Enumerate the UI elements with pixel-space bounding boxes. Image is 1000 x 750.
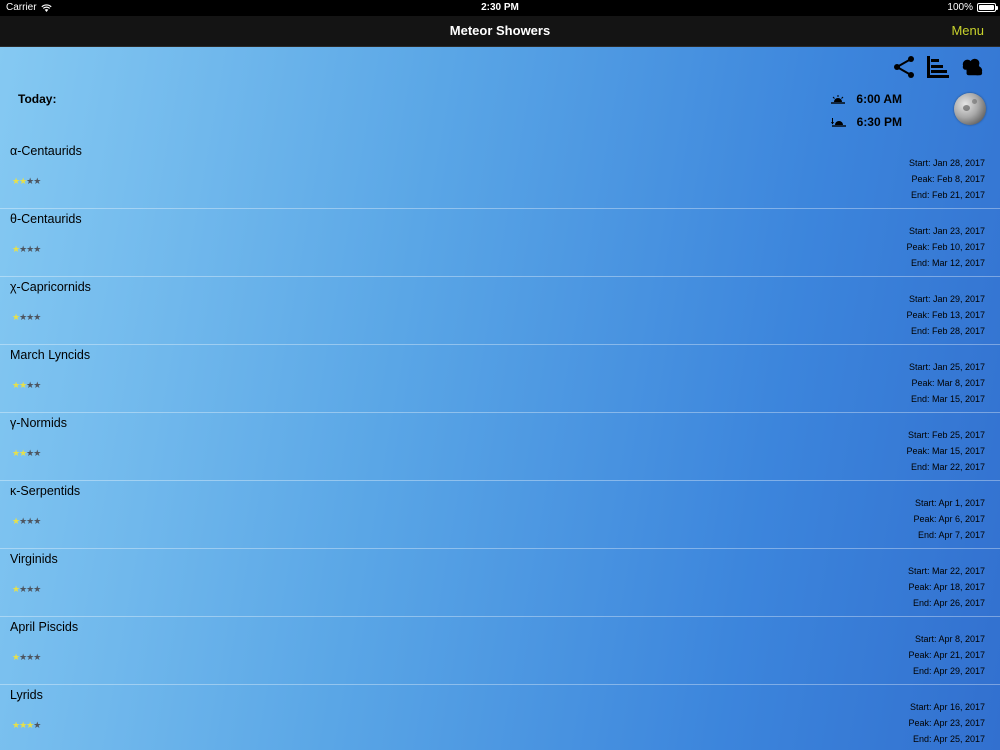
shower-row[interactable]: Lyrids ★★★★ Start: Apr 16, 2017 Peak: Apr 2… bbox=[0, 685, 1000, 750]
star-rating: ★★★★ bbox=[12, 312, 41, 323]
menu-button[interactable]: Menu bbox=[951, 23, 984, 38]
shower-row[interactable]: κ-Serpentids ★★★★ Start: Apr 1, 2017 Peak: … bbox=[0, 481, 1000, 549]
sunset-time: 6:30 PM bbox=[856, 115, 902, 129]
end-date: End: Apr 25, 2017 bbox=[912, 734, 985, 744]
shower-name: Virginids bbox=[10, 552, 58, 566]
shower-name: χ-Capricornids bbox=[10, 280, 91, 294]
start-date: Start: Jan 28, 2017 bbox=[908, 158, 985, 168]
shower-row[interactable]: Virginids ★★★★ Start: Mar 22, 2017 Peak: Ap… bbox=[0, 549, 1000, 617]
peak-date: Peak: Apr 6, 2017 bbox=[913, 514, 985, 524]
star-rating: ★★★★ bbox=[12, 720, 41, 731]
shower-dates: Start: Mar 22, 2017 Peak: Apr 18, 2017 End… bbox=[908, 563, 985, 611]
shower-dates: Start: Feb 25, 2017 Peak: Mar 15, 2017 End… bbox=[906, 427, 985, 475]
shower-dates: Start: Jan 28, 2017 Peak: Feb 8, 2017 End:… bbox=[909, 155, 985, 203]
peak-date: Peak: Feb 13, 2017 bbox=[906, 310, 985, 320]
end-date: End: Apr 26, 2017 bbox=[912, 598, 985, 608]
shower-dates: Start: Jan 29, 2017 Peak: Feb 13, 2017 End… bbox=[906, 291, 985, 339]
end-date: End: Mar 15, 2017 bbox=[910, 394, 985, 404]
shower-name: Lyrids bbox=[10, 688, 43, 702]
toolbar bbox=[892, 55, 984, 79]
peak-date: Peak: Feb 10, 2017 bbox=[906, 242, 985, 252]
page-title: Meteor Showers bbox=[449, 23, 551, 38]
star-empty-icon: ★ bbox=[33, 652, 41, 662]
battery-percent: 100% bbox=[947, 2, 973, 13]
end-date: End: Mar 22, 2017 bbox=[910, 462, 985, 472]
shower-dates: Start: Apr 8, 2017 Peak: Apr 21, 2017 End:… bbox=[908, 631, 985, 679]
shower-name: March Lyncids bbox=[10, 348, 91, 362]
peak-date: Peak: Apr 18, 2017 bbox=[908, 582, 985, 592]
start-date: Start: Feb 25, 2017 bbox=[907, 430, 985, 440]
peak-date: Peak: Apr 21, 2017 bbox=[908, 650, 985, 660]
shower-dates: Start: Jan 25, 2017 Peak: Mar 8, 2017 End:… bbox=[909, 359, 985, 407]
start-date: Start: Apr 8, 2017 bbox=[914, 634, 985, 644]
shower-name: α-Centaurids bbox=[10, 144, 82, 158]
shower-row[interactable]: θ-Centaurids ★★★★ Start: Jan 23, 2017 Peak:… bbox=[0, 209, 1000, 277]
navigation-bar: Meteor Showers Menu bbox=[0, 16, 1000, 47]
peak-date: Peak: Mar 15, 2017 bbox=[906, 446, 985, 456]
shower-dates: Start: Apr 1, 2017 Peak: Apr 6, 2017 End: … bbox=[913, 495, 985, 543]
shower-row[interactable]: April Piscids ★★★★ Start: Apr 8, 2017 Peak:… bbox=[0, 617, 1000, 685]
shower-row[interactable]: γ-Normids ★★★★ Start: Feb 25, 2017 Peak: Ma… bbox=[0, 413, 1000, 481]
shower-name: κ-Serpentids bbox=[10, 484, 81, 498]
end-date: End: Mar 12, 2017 bbox=[910, 258, 985, 268]
star-rating: ★★★★ bbox=[12, 380, 41, 391]
share-icon[interactable] bbox=[892, 55, 916, 79]
star-rating: ★★★★ bbox=[12, 448, 41, 459]
moon-phase-icon bbox=[954, 93, 986, 125]
shower-dates: Start: Jan 23, 2017 Peak: Feb 10, 2017 End… bbox=[906, 223, 985, 271]
shower-row[interactable]: March Lyncids ★★★★ Start: Jan 25, 2017 Peak… bbox=[0, 345, 1000, 413]
sunrise-time: 6:00 AM bbox=[856, 92, 902, 106]
peak-date: Peak: Apr 23, 2017 bbox=[908, 718, 985, 728]
star-empty-icon: ★ bbox=[33, 584, 41, 594]
star-rating: ★★★★ bbox=[12, 176, 41, 187]
sunset-row: 6:30 PM bbox=[830, 115, 902, 129]
star-rating: ★★★★ bbox=[12, 244, 41, 255]
star-rating: ★★★★ bbox=[12, 584, 41, 595]
timeline-icon[interactable] bbox=[926, 55, 950, 79]
sunrise-row: 6:00 AM bbox=[830, 92, 902, 106]
cloud-icon[interactable] bbox=[960, 55, 984, 79]
shower-name: γ-Normids bbox=[10, 416, 67, 430]
star-empty-icon: ★ bbox=[33, 448, 41, 458]
sunset-icon bbox=[830, 118, 846, 127]
star-empty-icon: ★ bbox=[33, 176, 41, 186]
status-clock: 2:30 PM bbox=[481, 2, 519, 13]
start-date: Start: Jan 23, 2017 bbox=[908, 226, 985, 236]
star-rating: ★★★★ bbox=[12, 516, 41, 527]
peak-date: Peak: Mar 8, 2017 bbox=[911, 378, 985, 388]
end-date: End: Apr 7, 2017 bbox=[917, 530, 985, 540]
end-date: End: Apr 29, 2017 bbox=[912, 666, 985, 676]
shower-row[interactable]: α-Centaurids ★★★★ Start: Jan 28, 2017 Peak:… bbox=[0, 141, 1000, 209]
peak-date: Peak: Feb 8, 2017 bbox=[911, 174, 985, 184]
today-label: Today: bbox=[18, 92, 57, 106]
sunrise-icon bbox=[831, 95, 846, 104]
star-empty-icon: ★ bbox=[33, 380, 41, 390]
status-bar: Carrier 2:30 PM 100% bbox=[0, 0, 1000, 16]
start-date: Start: Mar 22, 2017 bbox=[907, 566, 985, 576]
shower-row[interactable]: χ-Capricornids ★★★★ Start: Jan 29, 2017 Pea… bbox=[0, 277, 1000, 345]
star-empty-icon: ★ bbox=[33, 244, 41, 254]
start-date: Start: Jan 29, 2017 bbox=[908, 294, 985, 304]
star-empty-icon: ★ bbox=[33, 516, 41, 526]
star-empty-icon: ★ bbox=[33, 720, 41, 730]
battery-indicator: 100% bbox=[947, 2, 998, 13]
end-date: End: Feb 28, 2017 bbox=[910, 326, 985, 336]
star-empty-icon: ★ bbox=[33, 312, 41, 322]
start-date: Start: Jan 25, 2017 bbox=[908, 362, 985, 372]
start-date: Start: Apr 1, 2017 bbox=[914, 498, 985, 508]
star-rating: ★★★★ bbox=[12, 652, 41, 663]
start-date: Start: Apr 16, 2017 bbox=[909, 702, 985, 712]
shower-name: April Piscids bbox=[10, 620, 79, 634]
battery-icon bbox=[977, 3, 998, 12]
end-date: End: Feb 21, 2017 bbox=[910, 190, 985, 200]
meteor-shower-list: α-Centaurids ★★★★ Start: Jan 28, 2017 Peak:… bbox=[0, 141, 1000, 750]
shower-dates: Start: Apr 16, 2017 Peak: Apr 23, 2017 End… bbox=[908, 699, 985, 747]
main-content: Today: 6:00 AM 6:30 PM α-Centaurids ★★★★ S… bbox=[0, 47, 1000, 750]
shower-name: θ-Centaurids bbox=[10, 212, 82, 226]
